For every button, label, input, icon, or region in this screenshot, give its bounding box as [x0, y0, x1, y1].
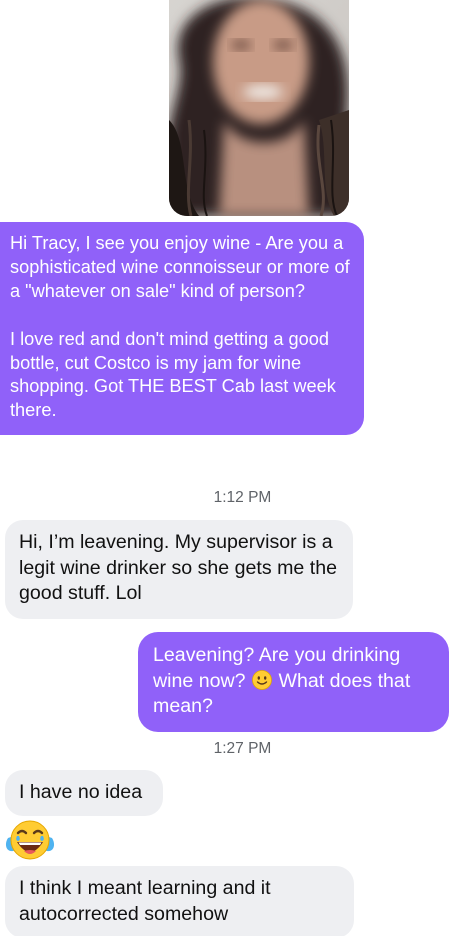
outgoing-message-bubble[interactable]: Hi Tracy, I see you enjoy wine - Are you… [0, 222, 364, 436]
timestamp: 1:12 PM [213, 489, 272, 506]
slightly-smiling-face-icon [252, 669, 272, 690]
message-text: Hi, I’m leavening. My supervisor is a le… [19, 531, 343, 604]
incoming-message-bubble[interactable]: I think I meant learning and it autocorr… [5, 866, 354, 936]
message-text: I have no idea [19, 781, 143, 803]
blurred-portrait-image [169, 0, 349, 216]
incoming-message-bubble[interactable]: I have no idea [5, 770, 163, 816]
outgoing-message-bubble[interactable]: Leavening? Are you drinking wine now? Wh… [138, 632, 449, 732]
timestamp: 1:27 PM [213, 740, 272, 757]
message-text: Hi Tracy, I see you enjoy wine - Are you… [10, 233, 355, 301]
photo-attachment[interactable] [169, 0, 349, 216]
incoming-message-bubble[interactable]: Hi, I’m leavening. My supervisor is a le… [5, 520, 353, 619]
face-with-tears-of-joy-icon[interactable] [5, 818, 55, 862]
message-text: I think I meant learning and it autocorr… [19, 877, 277, 925]
message-text: I love red and don't mind getting a good… [10, 328, 341, 421]
chat-screen: Hi Tracy, I see you enjoy wine - Are you… [0, 0, 450, 936]
